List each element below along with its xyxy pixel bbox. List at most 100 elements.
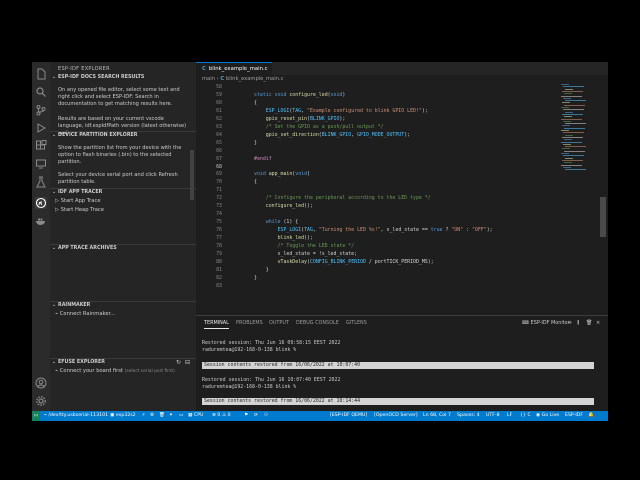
split-terminal-icon[interactable]: ⫼ xyxy=(577,320,579,326)
serial-port-status[interactable]: ⌁ /dev/tty.usbserial-113101 xyxy=(44,411,108,421)
line-number: 79 xyxy=(216,250,222,257)
cpu-status[interactable]: ▦ CPU xyxy=(188,411,203,421)
breadcrumb-file[interactable]: blink_example_main.c xyxy=(226,76,283,82)
close-panel-icon[interactable]: × xyxy=(596,320,600,326)
code-line[interactable]: 70 { xyxy=(196,179,596,186)
code-line[interactable]: 66 xyxy=(196,148,596,155)
code-line[interactable]: 58 xyxy=(196,84,596,91)
code-line[interactable]: 80 vTaskDelay(CONFIG_BLINK_PERIOD / port… xyxy=(196,259,596,266)
line-number: 59 xyxy=(216,91,222,98)
code-line[interactable]: 75 while (1) { xyxy=(196,219,596,226)
section-rainmaker-header[interactable]: ⌄ RAINMAKER xyxy=(52,303,90,308)
section-trace-archives-header[interactable]: ⌄ APP TRACE ARCHIVES xyxy=(52,246,117,251)
section-efuse-explorer-header[interactable]: ⌄ EFUSE EXPLORER xyxy=(52,360,105,365)
trash-icon[interactable]: 🗑 xyxy=(586,320,592,326)
code-text: } xyxy=(254,139,257,146)
sync-icon[interactable]: ⟳ xyxy=(254,411,258,421)
notifications-icon[interactable]: 🔔 xyxy=(588,411,594,421)
cursor-position[interactable]: Ln 68, Col 7 xyxy=(423,411,451,421)
code-line[interactable]: 65} xyxy=(196,140,596,147)
code-line[interactable]: 82} xyxy=(196,275,596,282)
section-partition-explorer-header[interactable]: ⌄ DEVICE PARTITION EXPLORER xyxy=(52,133,137,138)
code-line[interactable]: 61 ESP_LOGI(TAG, "Example configured to … xyxy=(196,108,596,115)
code-line[interactable]: 67 #endif xyxy=(196,156,596,163)
code-line[interactable]: 81 } xyxy=(196,267,596,274)
openocd-status[interactable]: [OpenOCD Server] xyxy=(374,411,418,421)
problems-status[interactable]: ⊗ 0 ⚠ 0 xyxy=(212,411,231,421)
code-line[interactable]: 63 /* Set the GPIO as a push/pull output… xyxy=(196,124,596,131)
run-debug-icon[interactable] xyxy=(35,122,47,134)
docker-icon[interactable] xyxy=(35,215,47,227)
start-heap-trace-item[interactable]: ▷ Start Heap Trace xyxy=(55,207,104,213)
refresh-icon[interactable]: ↻ xyxy=(176,359,181,366)
breadcrumb-folder[interactable]: main xyxy=(202,76,215,82)
qemu-status[interactable]: [ESP-IDF QEMU] xyxy=(330,411,367,421)
code-line[interactable]: 72 /* Configure the peripheral according… xyxy=(196,195,596,202)
settings-gear-icon[interactable] xyxy=(35,395,47,407)
line-number: 65 xyxy=(216,139,222,146)
code-line[interactable]: 68 xyxy=(196,164,596,171)
testing-icon[interactable] xyxy=(35,176,47,188)
build-icon[interactable]: ⚙ xyxy=(150,411,154,421)
tab-debug-console[interactable]: DEBUG CONSOLE xyxy=(296,320,339,326)
line-number: 81 xyxy=(216,266,222,273)
code-line[interactable]: 76 ESP_LOGI(TAG, "Turning the LED %s!", … xyxy=(196,227,596,234)
section-docs-search-header[interactable]: ⌄ ESP-IDF DOCS SEARCH RESULTS xyxy=(52,75,144,80)
esp-idf-status[interactable]: ESP-IDF xyxy=(565,411,583,421)
remote-indicator-icon[interactable]: ›‹ xyxy=(32,411,40,421)
section-app-tracer-header[interactable]: ⌄ IDF APP TRACER xyxy=(52,190,102,195)
esp-idf-icon[interactable] xyxy=(35,197,47,209)
code-line[interactable]: 79 s_led_state = !s_led_state; xyxy=(196,251,596,258)
flash-icon[interactable]: ⚡ xyxy=(142,411,145,421)
flame-icon[interactable]: ✦ xyxy=(169,411,173,421)
start-app-trace-item[interactable]: ▷ Start App Trace xyxy=(55,198,101,204)
terminal-line: Restored session: Thu Jun 16 10:07:40 EE… xyxy=(202,376,341,383)
code-line[interactable]: 62 gpio_reset_pin(BLINK_GPIO); xyxy=(196,116,596,123)
account-icon[interactable] xyxy=(35,377,47,389)
code-text: } xyxy=(254,266,269,273)
monitor-icon[interactable]: ▭ xyxy=(179,411,183,421)
code-line[interactable]: 64 gpio_set_direction(BLINK_GPIO, GPIO_M… xyxy=(196,132,596,139)
language-status[interactable]: {} C xyxy=(520,411,531,421)
code-line[interactable]: 78 /* Toggle the LED state */ xyxy=(196,243,596,250)
search-icon[interactable] xyxy=(35,86,47,98)
terminal-selector[interactable]: ⌨ ESP-IDF Monitor xyxy=(522,320,570,326)
partition-instructions: Select your device serial port and click… xyxy=(58,172,178,186)
line-number: 82 xyxy=(216,274,222,281)
indentation-status[interactable]: Spaces: 4 xyxy=(457,411,480,421)
tab-gitlens[interactable]: GITLENS xyxy=(346,320,367,326)
tab-problems[interactable]: PROBLEMS xyxy=(236,320,263,326)
source-control-icon[interactable] xyxy=(35,104,47,116)
collapse-all-icon[interactable]: ⊟ xyxy=(185,359,190,366)
editor-tab[interactable]: Cblink_example_main.c xyxy=(196,62,272,75)
code-line[interactable]: 71 xyxy=(196,187,596,194)
connect-board-item[interactable]: ⌁ Connect your board first (select seria… xyxy=(55,368,175,374)
connect-rainmaker-item[interactable]: ⌁ Connect Rainmaker... xyxy=(55,311,115,317)
tab-terminal[interactable]: TERMINAL xyxy=(204,320,229,329)
code-line[interactable]: 83 xyxy=(196,283,596,290)
editor-scrollbar[interactable] xyxy=(600,197,606,237)
sidebar-scrollbar[interactable] xyxy=(190,150,194,200)
minimap[interactable] xyxy=(561,84,601,174)
code-line[interactable]: 77 blink_led(); xyxy=(196,235,596,242)
code-line[interactable]: 73 configure_led(); xyxy=(196,203,596,210)
target-status[interactable]: ▣ esp32s2 xyxy=(110,411,136,421)
extensions-icon[interactable] xyxy=(35,140,47,152)
tab-output[interactable]: OUTPUT xyxy=(269,320,289,326)
code-line[interactable]: 69 void app_main(void) xyxy=(196,171,596,178)
files-icon[interactable] xyxy=(35,68,47,80)
encoding-status[interactable]: UTF-8 xyxy=(486,411,500,421)
trash-icon[interactable]: 🗑 xyxy=(159,411,165,421)
people-icon[interactable]: ⚇ xyxy=(264,411,268,421)
remote-explorer-icon[interactable] xyxy=(35,158,47,170)
go-live-button[interactable]: ◉ Go Live xyxy=(536,411,559,421)
divider xyxy=(50,131,196,132)
code-line[interactable]: 74 xyxy=(196,211,596,218)
eol-status[interactable]: LF xyxy=(507,411,512,421)
terminal-line: Restored session: Thu Jun 16 09:58:15 EE… xyxy=(202,340,341,346)
code-line[interactable]: 60 { xyxy=(196,100,596,107)
terminal-session-banner: Session contents restored from 16/06/202… xyxy=(202,398,594,406)
debug-icon[interactable]: ⚑ xyxy=(244,411,248,421)
code-line[interactable]: 59 static void configure_led(void) xyxy=(196,92,596,99)
add-terminal-icon[interactable]: + xyxy=(568,320,572,326)
